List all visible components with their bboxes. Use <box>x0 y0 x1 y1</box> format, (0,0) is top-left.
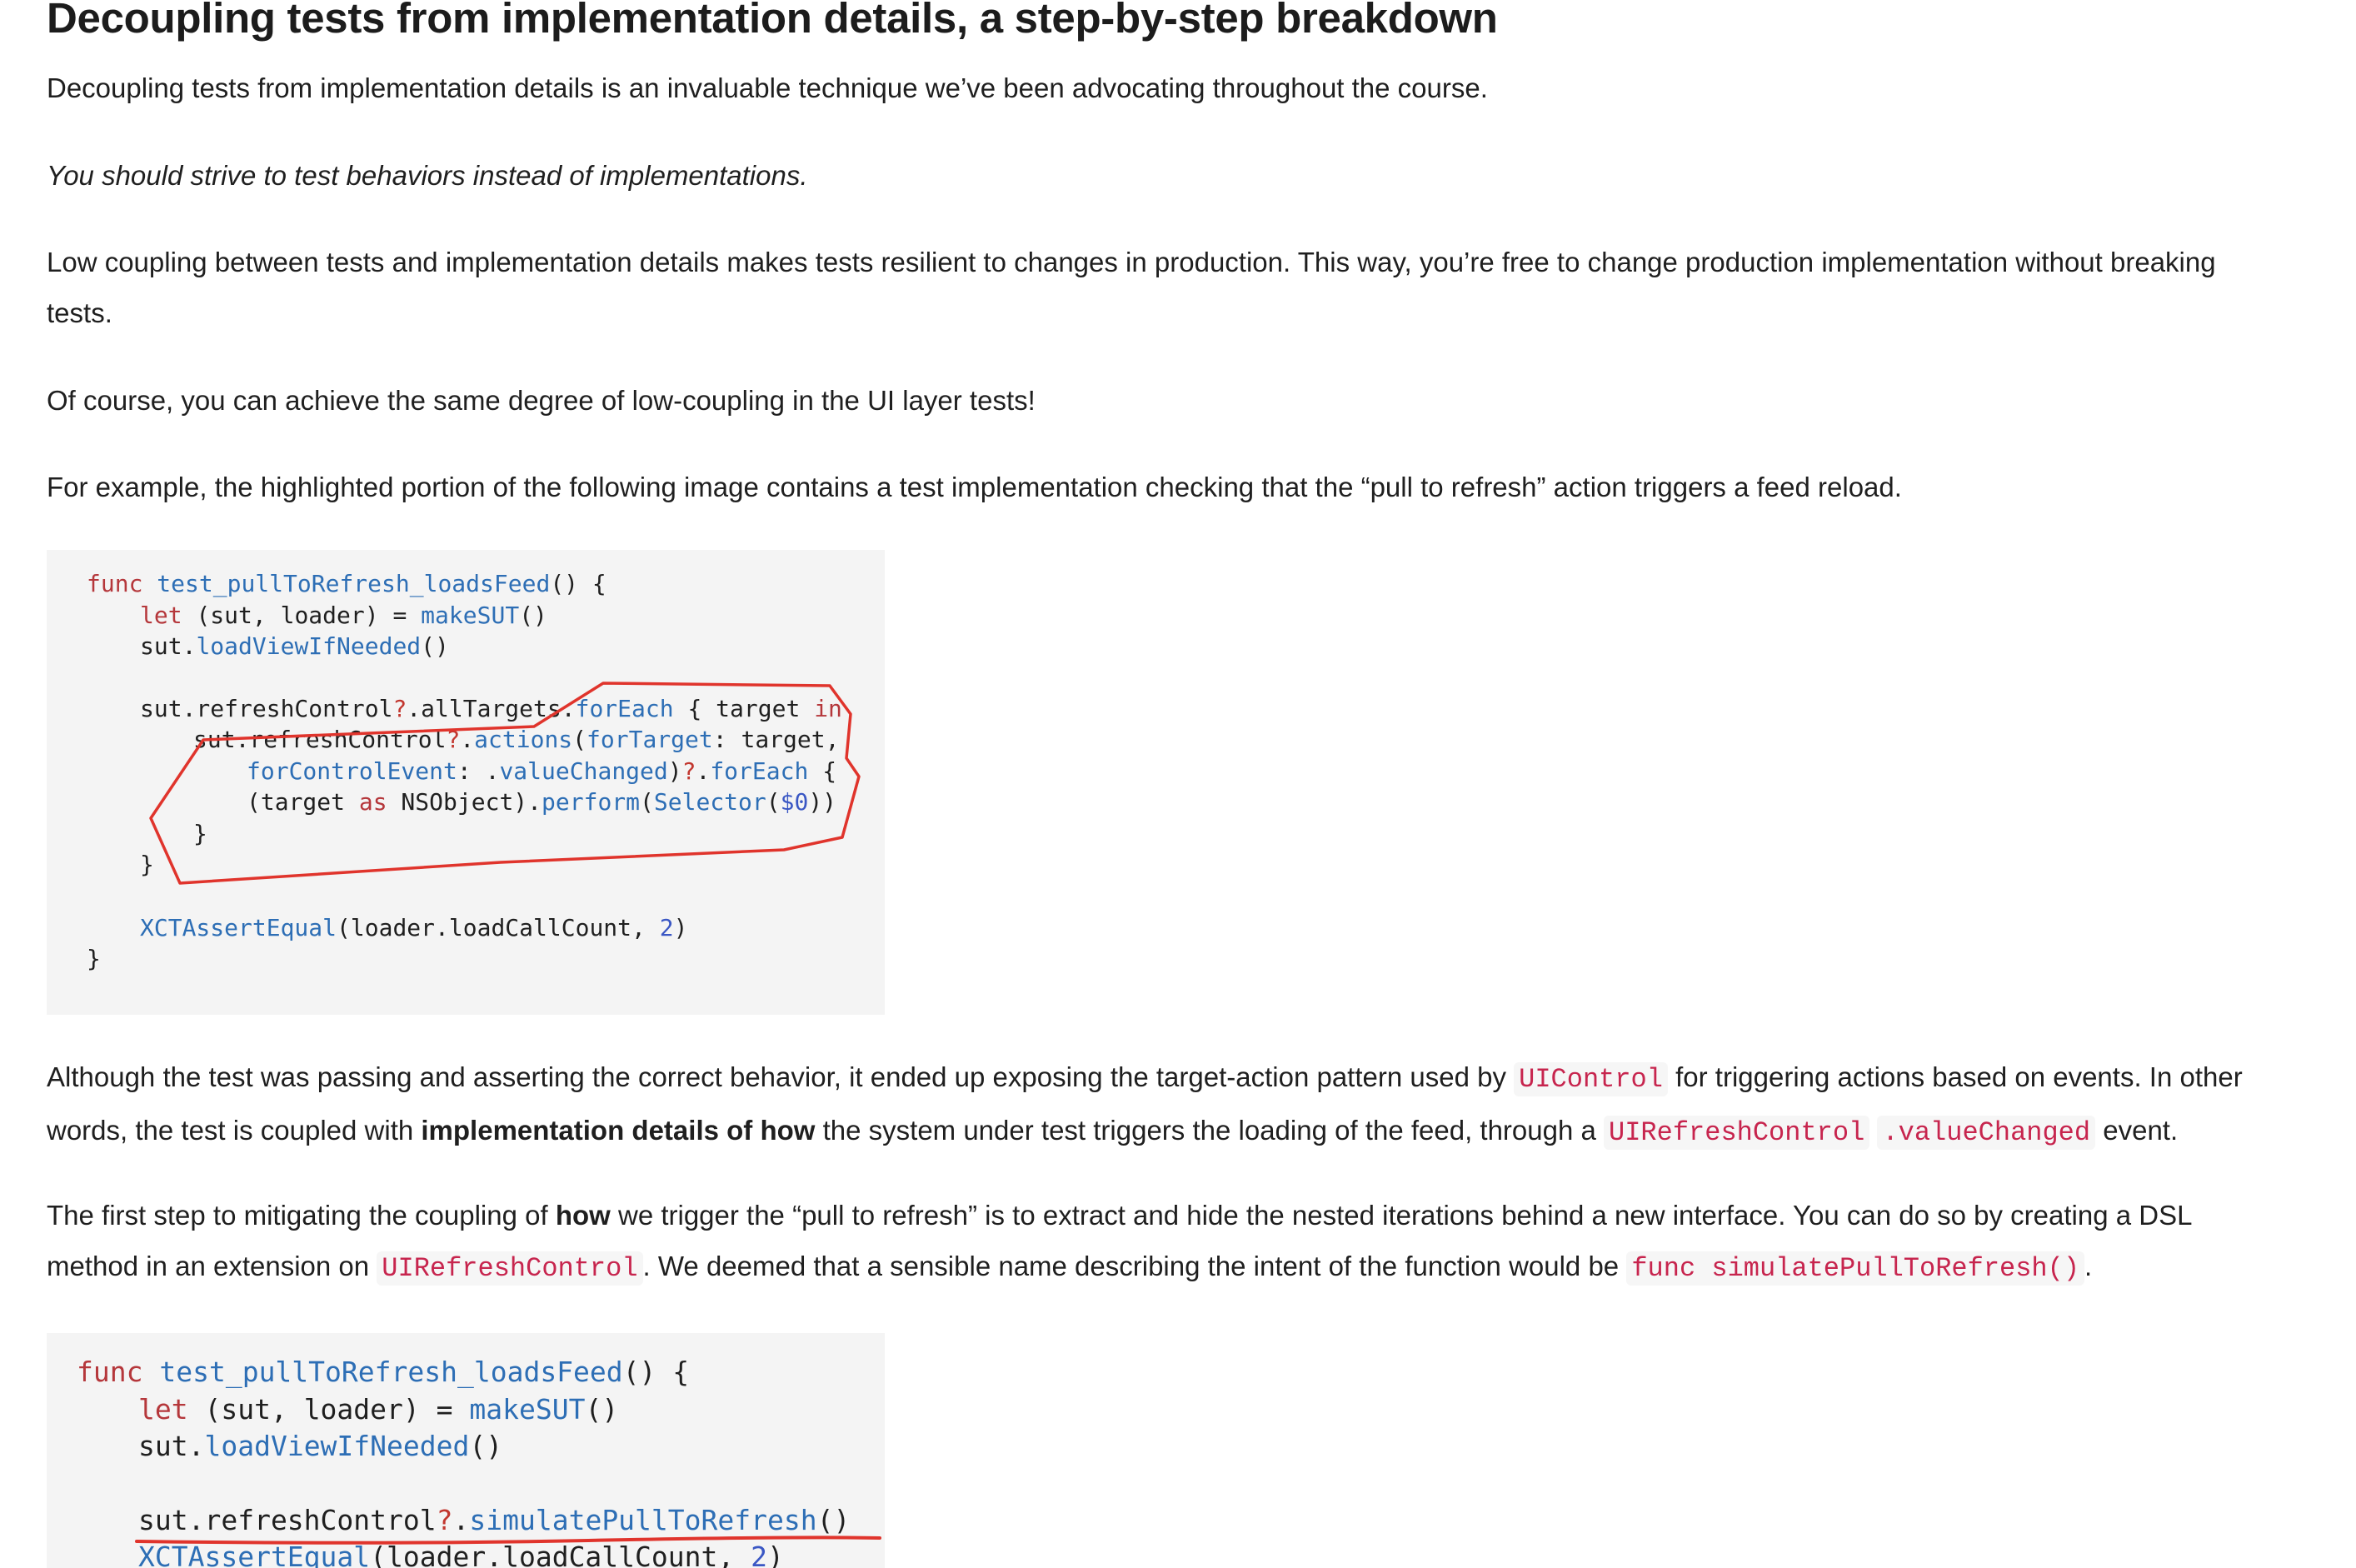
code-line: XCTAssertEqual(loader.loadCallCount, 2) <box>140 914 687 941</box>
text-span: we trigger the “pull to refresh” is to e… <box>610 1200 2193 1231</box>
text-span: The first step to mitigating the couplin… <box>47 1200 556 1231</box>
coupling-paragraph-line-1: Low coupling between tests and implement… <box>47 247 2216 277</box>
code-line: sut.refreshControl?.actions(forTarget: t… <box>193 726 839 753</box>
text-span: event. <box>2095 1115 2179 1146</box>
text-span: . We deemed that a sensible name describ… <box>642 1251 1627 1281</box>
code-screenshot-refactored-test: func test_pullToRefresh_loadsFeed() { le… <box>47 1333 885 1568</box>
coupling-paragraph-line-2: tests. <box>47 297 112 328</box>
first-step-paragraph: The first step to mitigating the couplin… <box>47 1190 2329 1294</box>
code-line: func test_pullToRefresh_loadsFeed() { <box>87 570 606 598</box>
example-paragraph: For example, the highlighted portion of … <box>47 472 1902 502</box>
emphasis-paragraph: You should strive to test behaviors inst… <box>47 160 808 191</box>
text-span: words, the test is coupled with <box>47 1115 422 1146</box>
code-line: func test_pullToRefresh_loadsFeed() { <box>77 1356 689 1389</box>
text-span: . <box>2084 1251 2093 1281</box>
inline-code-simulate-function: func simulatePullToRefresh() <box>1626 1251 2085 1286</box>
bold-text: how <box>555 1200 611 1231</box>
code-line: } <box>140 851 154 878</box>
bold-text: implementation details of how <box>421 1115 816 1146</box>
code-line: let (sut, loader) = makeSUT() <box>140 602 547 629</box>
text-span: the system under test triggers the loadi… <box>815 1115 1605 1146</box>
text-span: Although the test was passing and assert… <box>47 1061 1515 1092</box>
code-image-1: func test_pullToRefresh_loadsFeed() { le… <box>87 570 861 972</box>
code-line: sut.refreshControl?.simulatePullToRefres… <box>138 1504 850 1536</box>
text-span: for triggering actions based on events. … <box>1667 1061 2243 1092</box>
inline-code-uirefreshcontrol: UIRefreshControl <box>1604 1116 1870 1150</box>
code-line: (target as NSObject).perform(Selector($0… <box>247 788 836 816</box>
code-line: XCTAssertEqual(loader.loadCallCount, 2) <box>138 1541 784 1568</box>
code-line: sut.refreshControl?.allTargets.forEach {… <box>140 695 842 722</box>
code-image-2: func test_pullToRefresh_loadsFeed() { le… <box>77 1356 881 1568</box>
code-line: forControlEvent: .valueChanged)?.forEach… <box>247 757 836 785</box>
coupling-paragraph: Low coupling between tests and implement… <box>47 237 2329 338</box>
code-line: } <box>193 820 207 847</box>
code-line: let (sut, loader) = makeSUT() <box>138 1393 618 1426</box>
ui-layer-paragraph: Of course, you can achieve the same degr… <box>47 385 1036 416</box>
inline-code-uirefreshcontrol: UIRefreshControl <box>377 1251 643 1286</box>
inline-code-valuechanged: .valueChanged <box>1877 1116 2096 1150</box>
code-line: sut.loadViewIfNeeded() <box>140 632 449 660</box>
text-span: method in an extension on <box>47 1251 377 1281</box>
code-screenshot-original-test: func test_pullToRefresh_loadsFeed() { le… <box>47 550 885 1015</box>
inline-code-uicontrol: UIControl <box>1514 1062 1668 1096</box>
coupling-explanation-paragraph: Although the test was passing and assert… <box>47 1051 2329 1158</box>
page-title: Decoupling tests from implementation det… <box>47 0 1498 42</box>
intro-paragraph: Decoupling tests from implementation det… <box>47 72 1488 103</box>
code-line: } <box>87 945 101 972</box>
code-line: sut.loadViewIfNeeded() <box>138 1430 502 1462</box>
